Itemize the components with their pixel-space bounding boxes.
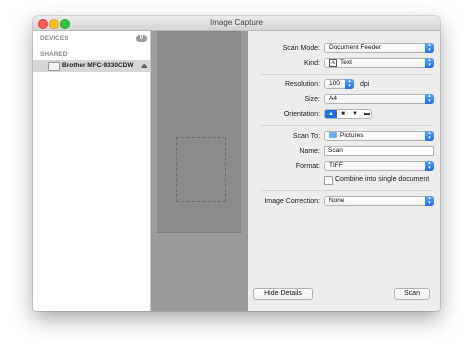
scan-button[interactable]: Scan — [394, 288, 430, 300]
window-title: Image Capture — [210, 18, 263, 27]
format-popup[interactable]: TIFF ▴ ▾ — [324, 161, 434, 171]
image-correction-value: None — [329, 197, 345, 204]
scan-to-label: Scan To: — [292, 133, 320, 140]
kind-label: Kind: — [304, 60, 320, 67]
title-bar: Image Capture — [33, 16, 440, 31]
resolution-label: Resolution: — [284, 81, 320, 88]
scan-selection-rectangle[interactable] — [176, 137, 226, 202]
name-label: Name: — [299, 148, 320, 155]
hide-details-button[interactable]: Hide Details — [253, 288, 313, 300]
combine-label: Combine into single document — [335, 176, 430, 183]
name-field[interactable]: Scan — [324, 146, 434, 156]
format-label: Format: — [295, 163, 320, 170]
separator — [261, 190, 432, 191]
image-capture-window: Image Capture DEVICES 0 SHARED Brother M… — [33, 16, 440, 311]
text-kind-icon: A — [329, 59, 337, 67]
orientation-label: Orientation: — [283, 111, 320, 118]
folder-icon — [329, 132, 337, 138]
orientation-landscape-right-icon[interactable]: ▬ — [361, 110, 371, 118]
scan-to-popup[interactable]: Pictures ▴ ▾ — [324, 131, 434, 141]
eject-icon[interactable]: ⏏ — [141, 62, 148, 70]
size-popup[interactable]: A4 ▴ ▾ — [324, 94, 434, 104]
separator — [261, 74, 432, 75]
chevron-updown-icon: ▴ ▾ — [345, 79, 354, 89]
devices-count-badge: 0 — [136, 35, 147, 42]
image-correction-popup[interactable]: None ▴ ▾ — [324, 196, 434, 206]
kind-value: Text — [340, 59, 352, 66]
format-value: TIFF — [329, 162, 343, 169]
scan-settings-panel: Scan Mode: Document Feeder ▴ ▾ Kind: A Tex… — [249, 31, 440, 311]
size-value: A4 — [329, 95, 337, 102]
scanner-icon — [48, 62, 60, 71]
scan-mode-value: Document Feeder — [329, 44, 382, 51]
image-correction-label: Image Correction: — [264, 198, 320, 205]
orientation-portrait-flipped-icon[interactable]: ▼ — [349, 110, 361, 118]
scan-mode-popup[interactable]: Document Feeder ▴ ▾ — [324, 43, 434, 53]
preview-page — [157, 31, 241, 233]
kind-popup[interactable]: A Text ▴ ▾ — [324, 58, 434, 68]
chevron-updown-icon: ▴ ▾ — [425, 131, 434, 141]
sidebar-item-label: Brother MFC-9330CDW — [62, 62, 134, 69]
orientation-segmented-control: ▲ ■ ▼ ▬ — [324, 109, 372, 119]
chevron-updown-icon: ▴ ▾ — [425, 94, 434, 104]
sidebar-item-brother-mfc-9330cdw[interactable]: Brother MFC-9330CDW ⏏ — [33, 60, 150, 72]
resolution-unit: dpi — [360, 81, 370, 88]
chevron-updown-icon: ▴ ▾ — [425, 43, 434, 53]
scan-preview-area — [151, 31, 248, 311]
combine-checkbox[interactable] — [324, 176, 333, 185]
sidebar: DEVICES 0 SHARED Brother MFC-9330CDW ⏏ — [33, 31, 151, 311]
shared-header: SHARED — [40, 51, 68, 58]
chevron-updown-icon: ▴ ▾ — [425, 196, 434, 206]
scan-mode-label: Scan Mode: — [282, 45, 320, 52]
chevron-updown-icon: ▴ ▾ — [425, 58, 434, 68]
resolution-combobox[interactable]: 100 ▴ ▾ — [324, 79, 354, 89]
orientation-portrait-icon[interactable]: ▲ — [325, 110, 337, 118]
scan-to-value: Pictures — [340, 132, 364, 139]
chevron-updown-icon: ▴ ▾ — [425, 161, 434, 171]
orientation-landscape-left-icon[interactable]: ■ — [337, 110, 349, 118]
separator — [261, 125, 432, 126]
size-label: Size: — [304, 96, 320, 103]
devices-header: DEVICES — [40, 35, 69, 42]
resolution-value: 100 — [329, 80, 340, 87]
